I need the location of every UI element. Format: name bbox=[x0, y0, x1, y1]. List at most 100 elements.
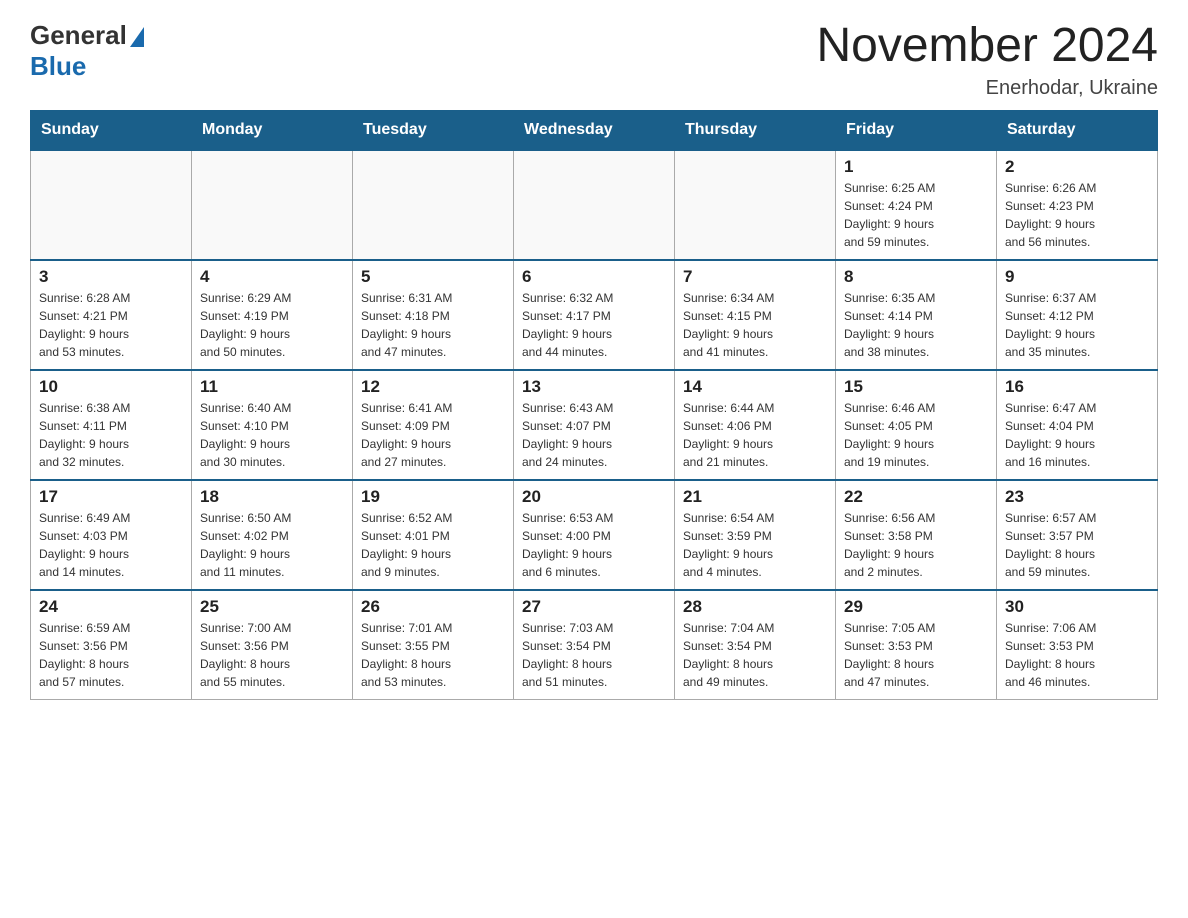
day-info: Sunrise: 7:04 AMSunset: 3:54 PMDaylight:… bbox=[683, 619, 827, 691]
day-info: Sunrise: 6:29 AMSunset: 4:19 PMDaylight:… bbox=[200, 289, 344, 361]
calendar-cell bbox=[353, 150, 514, 260]
day-number: 18 bbox=[200, 487, 344, 507]
calendar-cell: 20Sunrise: 6:53 AMSunset: 4:00 PMDayligh… bbox=[514, 480, 675, 590]
day-info: Sunrise: 6:43 AMSunset: 4:07 PMDaylight:… bbox=[522, 399, 666, 471]
day-number: 22 bbox=[844, 487, 988, 507]
day-info: Sunrise: 6:50 AMSunset: 4:02 PMDaylight:… bbox=[200, 509, 344, 581]
calendar-week-row: 1Sunrise: 6:25 AMSunset: 4:24 PMDaylight… bbox=[31, 150, 1158, 260]
calendar-cell: 13Sunrise: 6:43 AMSunset: 4:07 PMDayligh… bbox=[514, 370, 675, 480]
col-header-tuesday: Tuesday bbox=[353, 110, 514, 150]
day-number: 11 bbox=[200, 377, 344, 397]
day-number: 16 bbox=[1005, 377, 1149, 397]
day-number: 25 bbox=[200, 597, 344, 617]
calendar-cell: 30Sunrise: 7:06 AMSunset: 3:53 PMDayligh… bbox=[997, 590, 1158, 700]
day-number: 24 bbox=[39, 597, 183, 617]
calendar-cell: 4Sunrise: 6:29 AMSunset: 4:19 PMDaylight… bbox=[192, 260, 353, 370]
calendar-cell: 6Sunrise: 6:32 AMSunset: 4:17 PMDaylight… bbox=[514, 260, 675, 370]
col-header-monday: Monday bbox=[192, 110, 353, 150]
calendar-cell: 12Sunrise: 6:41 AMSunset: 4:09 PMDayligh… bbox=[353, 370, 514, 480]
day-number: 14 bbox=[683, 377, 827, 397]
calendar-cell: 7Sunrise: 6:34 AMSunset: 4:15 PMDaylight… bbox=[675, 260, 836, 370]
month-title: November 2024 bbox=[816, 20, 1158, 73]
day-number: 20 bbox=[522, 487, 666, 507]
day-number: 17 bbox=[39, 487, 183, 507]
day-info: Sunrise: 6:52 AMSunset: 4:01 PMDaylight:… bbox=[361, 509, 505, 581]
calendar-cell: 28Sunrise: 7:04 AMSunset: 3:54 PMDayligh… bbox=[675, 590, 836, 700]
calendar-cell: 5Sunrise: 6:31 AMSunset: 4:18 PMDaylight… bbox=[353, 260, 514, 370]
calendar-week-row: 3Sunrise: 6:28 AMSunset: 4:21 PMDaylight… bbox=[31, 260, 1158, 370]
calendar-cell: 29Sunrise: 7:05 AMSunset: 3:53 PMDayligh… bbox=[836, 590, 997, 700]
day-number: 3 bbox=[39, 267, 183, 287]
col-header-saturday: Saturday bbox=[997, 110, 1158, 150]
day-number: 27 bbox=[522, 597, 666, 617]
day-info: Sunrise: 6:57 AMSunset: 3:57 PMDaylight:… bbox=[1005, 509, 1149, 581]
col-header-thursday: Thursday bbox=[675, 110, 836, 150]
day-number: 15 bbox=[844, 377, 988, 397]
calendar-cell bbox=[31, 150, 192, 260]
calendar-cell: 18Sunrise: 6:50 AMSunset: 4:02 PMDayligh… bbox=[192, 480, 353, 590]
calendar-table: SundayMondayTuesdayWednesdayThursdayFrid… bbox=[30, 110, 1158, 701]
calendar-cell: 8Sunrise: 6:35 AMSunset: 4:14 PMDaylight… bbox=[836, 260, 997, 370]
day-info: Sunrise: 6:54 AMSunset: 3:59 PMDaylight:… bbox=[683, 509, 827, 581]
calendar-cell: 11Sunrise: 6:40 AMSunset: 4:10 PMDayligh… bbox=[192, 370, 353, 480]
day-info: Sunrise: 6:56 AMSunset: 3:58 PMDaylight:… bbox=[844, 509, 988, 581]
calendar-week-row: 24Sunrise: 6:59 AMSunset: 3:56 PMDayligh… bbox=[31, 590, 1158, 700]
day-number: 29 bbox=[844, 597, 988, 617]
day-info: Sunrise: 6:38 AMSunset: 4:11 PMDaylight:… bbox=[39, 399, 183, 471]
calendar-cell: 2Sunrise: 6:26 AMSunset: 4:23 PMDaylight… bbox=[997, 150, 1158, 260]
calendar-cell bbox=[192, 150, 353, 260]
calendar-cell bbox=[675, 150, 836, 260]
day-info: Sunrise: 7:06 AMSunset: 3:53 PMDaylight:… bbox=[1005, 619, 1149, 691]
day-info: Sunrise: 6:40 AMSunset: 4:10 PMDaylight:… bbox=[200, 399, 344, 471]
day-info: Sunrise: 6:49 AMSunset: 4:03 PMDaylight:… bbox=[39, 509, 183, 581]
calendar-cell: 9Sunrise: 6:37 AMSunset: 4:12 PMDaylight… bbox=[997, 260, 1158, 370]
day-info: Sunrise: 6:37 AMSunset: 4:12 PMDaylight:… bbox=[1005, 289, 1149, 361]
logo-blue-text: Blue bbox=[30, 51, 86, 82]
calendar-cell: 22Sunrise: 6:56 AMSunset: 3:58 PMDayligh… bbox=[836, 480, 997, 590]
day-number: 26 bbox=[361, 597, 505, 617]
day-info: Sunrise: 6:59 AMSunset: 3:56 PMDaylight:… bbox=[39, 619, 183, 691]
calendar-cell: 21Sunrise: 6:54 AMSunset: 3:59 PMDayligh… bbox=[675, 480, 836, 590]
day-number: 6 bbox=[522, 267, 666, 287]
day-number: 2 bbox=[1005, 157, 1149, 177]
day-info: Sunrise: 6:44 AMSunset: 4:06 PMDaylight:… bbox=[683, 399, 827, 471]
day-info: Sunrise: 6:35 AMSunset: 4:14 PMDaylight:… bbox=[844, 289, 988, 361]
day-number: 4 bbox=[200, 267, 344, 287]
calendar-cell: 23Sunrise: 6:57 AMSunset: 3:57 PMDayligh… bbox=[997, 480, 1158, 590]
day-number: 5 bbox=[361, 267, 505, 287]
logo-triangle-icon bbox=[130, 27, 144, 47]
day-number: 23 bbox=[1005, 487, 1149, 507]
day-info: Sunrise: 6:41 AMSunset: 4:09 PMDaylight:… bbox=[361, 399, 505, 471]
logo: General Blue bbox=[30, 20, 144, 82]
day-info: Sunrise: 7:01 AMSunset: 3:55 PMDaylight:… bbox=[361, 619, 505, 691]
day-number: 10 bbox=[39, 377, 183, 397]
day-info: Sunrise: 6:34 AMSunset: 4:15 PMDaylight:… bbox=[683, 289, 827, 361]
day-number: 21 bbox=[683, 487, 827, 507]
day-number: 1 bbox=[844, 157, 988, 177]
day-info: Sunrise: 6:46 AMSunset: 4:05 PMDaylight:… bbox=[844, 399, 988, 471]
calendar-cell: 1Sunrise: 6:25 AMSunset: 4:24 PMDaylight… bbox=[836, 150, 997, 260]
day-number: 30 bbox=[1005, 597, 1149, 617]
day-info: Sunrise: 6:32 AMSunset: 4:17 PMDaylight:… bbox=[522, 289, 666, 361]
logo-general-text: General bbox=[30, 20, 127, 51]
calendar-cell: 10Sunrise: 6:38 AMSunset: 4:11 PMDayligh… bbox=[31, 370, 192, 480]
col-header-friday: Friday bbox=[836, 110, 997, 150]
location: Enerhodar, Ukraine bbox=[816, 77, 1158, 100]
calendar-cell: 14Sunrise: 6:44 AMSunset: 4:06 PMDayligh… bbox=[675, 370, 836, 480]
day-number: 9 bbox=[1005, 267, 1149, 287]
calendar-cell: 3Sunrise: 6:28 AMSunset: 4:21 PMDaylight… bbox=[31, 260, 192, 370]
day-number: 12 bbox=[361, 377, 505, 397]
day-info: Sunrise: 6:28 AMSunset: 4:21 PMDaylight:… bbox=[39, 289, 183, 361]
day-info: Sunrise: 6:25 AMSunset: 4:24 PMDaylight:… bbox=[844, 179, 988, 251]
calendar-week-row: 17Sunrise: 6:49 AMSunset: 4:03 PMDayligh… bbox=[31, 480, 1158, 590]
day-info: Sunrise: 6:47 AMSunset: 4:04 PMDaylight:… bbox=[1005, 399, 1149, 471]
calendar-cell: 15Sunrise: 6:46 AMSunset: 4:05 PMDayligh… bbox=[836, 370, 997, 480]
calendar-cell bbox=[514, 150, 675, 260]
day-info: Sunrise: 6:26 AMSunset: 4:23 PMDaylight:… bbox=[1005, 179, 1149, 251]
day-number: 19 bbox=[361, 487, 505, 507]
col-header-sunday: Sunday bbox=[31, 110, 192, 150]
calendar-cell: 26Sunrise: 7:01 AMSunset: 3:55 PMDayligh… bbox=[353, 590, 514, 700]
col-header-wednesday: Wednesday bbox=[514, 110, 675, 150]
calendar-cell: 24Sunrise: 6:59 AMSunset: 3:56 PMDayligh… bbox=[31, 590, 192, 700]
day-info: Sunrise: 7:00 AMSunset: 3:56 PMDaylight:… bbox=[200, 619, 344, 691]
